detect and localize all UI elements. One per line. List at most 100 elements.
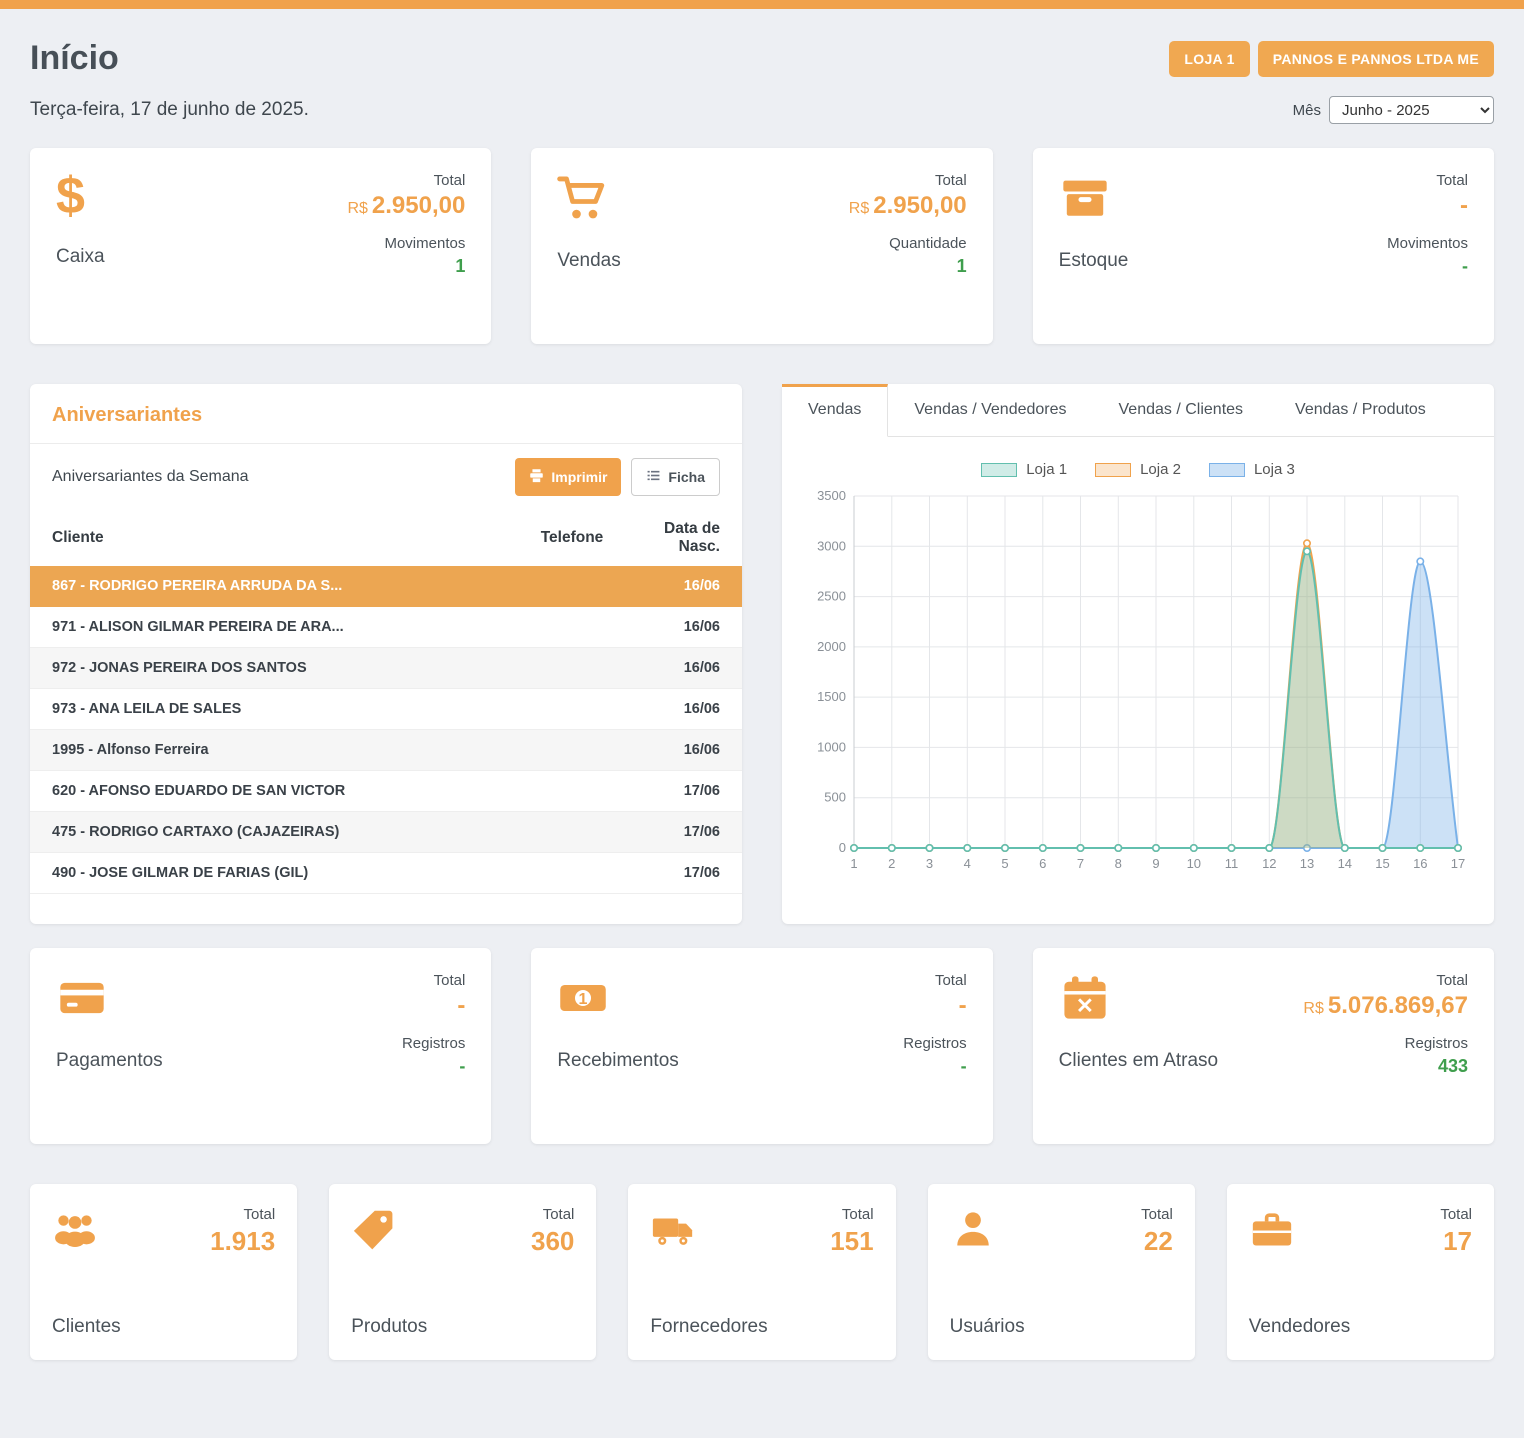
chart-legend: Loja 1 Loja 2 Loja 3: [808, 461, 1468, 478]
phone-cell: [512, 689, 632, 730]
client-cell: 971 - ALISON GILMAR PEREIRA DE ARA...: [30, 607, 512, 648]
month-select[interactable]: Junho - 2025: [1329, 96, 1494, 124]
mini-card-title: Clientes: [52, 1316, 275, 1338]
stat-label: Movimentos: [347, 235, 465, 252]
client-cell: 620 - AFONSO EDUARDO DE SAN VICTOR: [30, 771, 512, 812]
birthday-row[interactable]: 490 - JOSE GILMAR DE FARIAS (GIL) 17/06: [30, 853, 742, 894]
stat-sub-value: -: [903, 1056, 966, 1077]
svg-text:1000: 1000: [817, 739, 846, 754]
stat-main-value: R$2.950,00: [849, 192, 967, 220]
stat-card-title: Vendas: [557, 250, 620, 272]
sales-panel: VendasVendas / VendedoresVendas / Client…: [782, 384, 1494, 924]
svg-text:8: 8: [1115, 856, 1122, 871]
bottom-stat-cards: Total 1.913 Clientes Total 360 Produtos …: [30, 1184, 1494, 1360]
header-badge-2[interactable]: PANNOS E PANNOS LTDA ME: [1258, 41, 1494, 77]
legend-swatch: [1095, 463, 1131, 477]
svg-text:6: 6: [1039, 856, 1046, 871]
mini-card-usuarios: Total 22 Usuários: [928, 1184, 1195, 1360]
tab-vendas-vendedores[interactable]: Vendas / Vendedores: [888, 384, 1092, 436]
print-button[interactable]: Imprimir: [515, 458, 621, 496]
mini-card-label: Total: [1440, 1206, 1472, 1223]
tab-vendas-clientes[interactable]: Vendas / Clientes: [1093, 384, 1270, 436]
phone-cell: [512, 607, 632, 648]
header-badges: LOJA 1PANNOS E PANNOS LTDA ME: [1169, 41, 1494, 77]
top-stat-cards: $ Caixa Total R$2.950,00 Movimentos 1 Ve…: [30, 148, 1494, 344]
phone-cell: [512, 730, 632, 771]
svg-text:3000: 3000: [817, 538, 846, 553]
birthday-row[interactable]: 971 - ALISON GILMAR PEREIRA DE ARA... 16…: [30, 607, 742, 648]
stat-sub-value: -: [1387, 256, 1468, 277]
mini-card-value: 17: [1440, 1226, 1472, 1257]
mini-card-value: 22: [1141, 1226, 1173, 1257]
column-data-nasc: Data de Nasc.: [632, 510, 742, 566]
person-icon: [950, 1206, 996, 1252]
dollar-icon: $: [56, 172, 105, 220]
client-cell: 867 - RODRIGO PEREIRA ARRUDA DA S...: [30, 566, 512, 607]
svg-text:2000: 2000: [817, 639, 846, 654]
list-icon: [646, 468, 661, 486]
stat-label: Total: [347, 172, 465, 189]
client-cell: 972 - JONAS PEREIRA DOS SANTOS: [30, 648, 512, 689]
stat-card-vendas: Vendas Total R$2.950,00 Quantidade 1: [531, 148, 992, 344]
date-cell: 16/06: [632, 648, 742, 689]
svg-text:13: 13: [1300, 856, 1314, 871]
stat-label: Total: [849, 172, 967, 189]
legend-label: Loja 2: [1140, 461, 1181, 478]
date-cell: 17/06: [632, 812, 742, 853]
svg-text:1500: 1500: [817, 689, 846, 704]
print-button-label: Imprimir: [551, 469, 607, 485]
legend-label: Loja 3: [1254, 461, 1295, 478]
stat-main-value: R$2.950,00: [347, 192, 465, 220]
birthday-row[interactable]: 973 - ANA LEILA DE SALES 16/06: [30, 689, 742, 730]
legend-swatch: [1209, 463, 1245, 477]
month-label: Mês: [1293, 102, 1321, 119]
birthdays-title: Aniversariantes: [30, 384, 742, 444]
calendar-x-icon: ✕: [1059, 972, 1218, 1024]
stat-card-title: Caixa: [56, 246, 105, 268]
phone-cell: [512, 771, 632, 812]
stat-main-value: R$5.076.869,67: [1303, 992, 1468, 1020]
stat-sub-value: 1: [347, 256, 465, 277]
mid-stat-cards: Pagamentos Total - Registros - 1 Recebim…: [30, 948, 1494, 1144]
stat-sub-value: -: [402, 1056, 465, 1077]
stat-card-title: Estoque: [1059, 250, 1129, 272]
mini-card-label: Total: [210, 1206, 275, 1223]
birthday-row[interactable]: 620 - AFONSO EDUARDO DE SAN VICTOR 17/06: [30, 771, 742, 812]
stat-main-value: -: [402, 992, 465, 1020]
svg-text:1: 1: [579, 990, 588, 1008]
mini-card-label: Total: [1141, 1206, 1173, 1223]
header-badge-1[interactable]: LOJA 1: [1169, 41, 1249, 77]
date-cell: 16/06: [632, 730, 742, 771]
page-title: Início: [30, 39, 119, 78]
mini-card-title: Fornecedores: [650, 1316, 873, 1338]
birthday-row[interactable]: 972 - JONAS PEREIRA DOS SANTOS 16/06: [30, 648, 742, 689]
birthdays-panel: Aniversariantes Aniversariantes da Seman…: [30, 384, 742, 924]
birthday-row[interactable]: 475 - RODRIGO CARTAXO (CAJAZEIRAS) 17/06: [30, 812, 742, 853]
birthday-row[interactable]: 1995 - Alfonso Ferreira 16/06: [30, 730, 742, 771]
stat-label: Registros: [903, 1035, 966, 1052]
birthdays-table: Cliente Telefone Data de Nasc. 867 - ROD…: [30, 510, 742, 894]
legend-item: Loja 1: [981, 461, 1067, 478]
sales-tabs: VendasVendas / VendedoresVendas / Client…: [782, 384, 1494, 437]
truck-icon: [650, 1206, 696, 1252]
phone-cell: [512, 648, 632, 689]
svg-text:2500: 2500: [817, 589, 846, 604]
stat-label: Total: [402, 972, 465, 989]
briefcase-icon: [1249, 1206, 1295, 1252]
stat-label: Quantidade: [849, 235, 967, 252]
stat-card-estoque: Estoque Total - Movimentos -: [1033, 148, 1494, 344]
stat-main-value: -: [1387, 192, 1468, 220]
phone-cell: [512, 853, 632, 894]
stat-label: Total: [1387, 172, 1468, 189]
stat-card-caixa: $ Caixa Total R$2.950,00 Movimentos 1: [30, 148, 491, 344]
date-text: Terça-feira, 17 de junho de 2025.: [30, 99, 309, 121]
legend-swatch: [981, 463, 1017, 477]
mini-card-value: 1.913: [210, 1226, 275, 1257]
birthday-row[interactable]: 867 - RODRIGO PEREIRA ARRUDA DA S... 16/…: [30, 566, 742, 607]
tab-vendas-produtos[interactable]: Vendas / Produtos: [1269, 384, 1452, 436]
date-cell: 17/06: [632, 771, 742, 812]
ficha-button[interactable]: Ficha: [631, 458, 720, 496]
svg-text:0: 0: [839, 840, 846, 855]
mini-card-value: 151: [830, 1226, 873, 1257]
tab-vendas[interactable]: Vendas: [782, 384, 888, 437]
